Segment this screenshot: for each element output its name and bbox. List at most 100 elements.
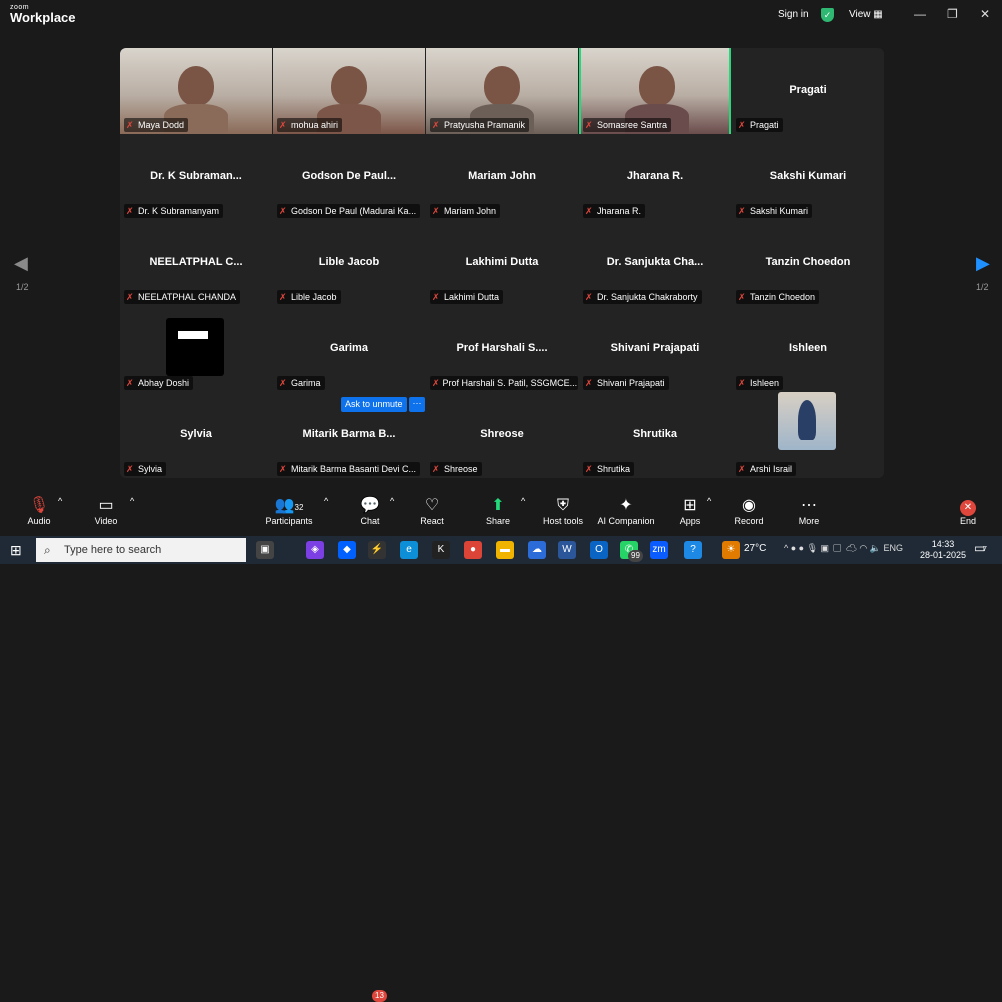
app-bolt-icon[interactable]: ⚡ — [368, 541, 386, 559]
participant-tile[interactable]: ✗ Somasree Santra — [579, 48, 731, 134]
participant-name-label: ✗ Lible Jacob — [277, 290, 341, 304]
participant-name: Godson De Paul (Madurai Ka... — [291, 206, 417, 216]
participant-name-label: ✗ Pragati — [736, 118, 783, 132]
share-button[interactable]: ⬆ Share — [484, 496, 512, 526]
taskbar-search-input[interactable]: ⌕ Type here to search — [36, 538, 246, 562]
participants-label: Participants — [265, 516, 313, 526]
audio-button[interactable]: 🎙 Audio — [24, 496, 54, 526]
participant-tile[interactable]: Sylvia ✗ Sylvia — [120, 392, 272, 478]
zoom-taskbar-icon[interactable]: zm — [650, 541, 668, 559]
record-button[interactable]: ◉ Record — [733, 496, 765, 526]
participant-tile[interactable]: Ishleen ✗ Ishleen — [732, 306, 884, 392]
participant-display-name: Lakhimi Dutta — [465, 256, 539, 268]
next-page-icon[interactable]: ▶ — [976, 253, 990, 274]
close-icon[interactable]: ✕ — [980, 7, 990, 21]
chat-badge: 13 — [372, 990, 387, 1002]
end-icon: ✕ — [960, 500, 976, 516]
mic-muted-icon: ✗ — [432, 378, 440, 388]
participant-tile[interactable]: Garima ✗ Garima — [273, 306, 425, 392]
participant-tile[interactable]: Sakshi Kumari ✗ Sakshi Kumari — [732, 134, 884, 220]
notification-count: 7 — [983, 546, 987, 553]
edge-icon[interactable]: e — [400, 541, 418, 559]
dropbox-icon[interactable]: ◆ — [338, 541, 356, 559]
more-options-icon[interactable]: ··· — [409, 397, 425, 412]
windows-start-icon[interactable]: ⊞ — [10, 542, 22, 559]
participant-tile[interactable]: Tanzin Choedon ✗ Tanzin Choedon — [732, 220, 884, 306]
restore-icon[interactable]: ❐ — [947, 7, 958, 21]
prev-page-icon[interactable]: ◀ — [14, 253, 28, 274]
participant-tile[interactable]: Mariam John ✗ Mariam John — [426, 134, 578, 220]
participant-tile[interactable]: ✗ Arshi Israil — [732, 392, 884, 478]
participant-name: Pragati — [750, 120, 779, 130]
shield-check-icon[interactable]: ✓ — [821, 8, 834, 22]
weather-temp[interactable]: 27°C — [744, 543, 766, 554]
participant-tile[interactable]: Shrutika ✗ Shrutika — [579, 392, 731, 478]
react-button[interactable]: ♡ React — [418, 496, 446, 526]
host-tools-button[interactable]: ⛨ Host tools — [542, 496, 584, 526]
participant-tile[interactable]: ✗ Maya Dodd — [120, 48, 272, 134]
participant-tile[interactable]: Shreose ✗ Shreose — [426, 392, 578, 478]
task-view-icon[interactable]: ▣ — [256, 541, 274, 559]
participant-display-name: Prof Harshali S.... — [456, 342, 548, 354]
notification-icon[interactable]: ▭ 7 — [974, 541, 987, 555]
participant-tile[interactable]: Pragati ✗ Pragati — [732, 48, 884, 134]
participant-silhouette — [484, 66, 520, 106]
minimize-icon[interactable]: — — [914, 7, 926, 21]
ask-to-unmute-button[interactable]: Ask to unmute — [341, 397, 407, 412]
participant-tile[interactable]: Prof Harshali S.... ✗ Prof Harshali S. Pat… — [426, 306, 578, 392]
avatar-image — [178, 331, 208, 339]
system-tray[interactable]: ^ ● ● 🎙 ▣ ◻ ☁ ◠ 🔈 ENG — [784, 543, 903, 554]
participant-tile[interactable]: Dr. K Subraman... ✗ Dr. K Subramanyam — [120, 134, 272, 220]
end-button[interactable]: ✕ End — [956, 496, 980, 526]
chat-button[interactable]: 💬 Chat — [356, 496, 384, 526]
more-button[interactable]: ⋯ More — [796, 496, 822, 526]
file-explorer-icon[interactable]: ▬ — [496, 541, 514, 559]
participants-button[interactable]: 👥32 Participants — [264, 496, 314, 526]
participant-tile[interactable]: NEELATPHAL C... ✗ NEELATPHAL CHANDA — [120, 220, 272, 306]
participant-name: Mitarik Barma Basanti Devi C... — [291, 464, 417, 474]
app-cloud-icon[interactable]: ☁ — [528, 541, 546, 559]
participant-tile[interactable]: ✗ mohua ahiri — [273, 48, 425, 134]
apps-icon: ⊞ — [683, 497, 697, 514]
outlook-icon[interactable]: O — [590, 541, 608, 559]
participant-tile[interactable]: Lible Jacob ✗ Lible Jacob — [273, 220, 425, 306]
participant-name-label: ✗ Ishleen — [736, 376, 784, 390]
participant-tile[interactable]: Shivani Prajapati ✗ Shivani Prajapati — [579, 306, 731, 392]
audio-caret-icon[interactable]: ^ — [58, 496, 62, 506]
participant-tile[interactable]: Lakhimi Dutta ✗ Lakhimi Dutta — [426, 220, 578, 306]
sign-in-link[interactable]: Sign in — [778, 9, 809, 20]
ai-companion-button[interactable]: ✦ AI Companion — [596, 496, 656, 526]
word-icon[interactable]: W — [558, 541, 576, 559]
chrome-icon[interactable]: ● — [464, 541, 482, 559]
participant-name: Lible Jacob — [291, 292, 337, 302]
copilot-icon[interactable]: ◈ — [306, 541, 324, 559]
participant-name: Dr. Sanjukta Chakraborty — [597, 292, 698, 302]
participant-tile[interactable]: ✗ Pratyusha Pramanik — [426, 48, 578, 134]
participant-name-label: ✗ Shreose — [430, 462, 482, 476]
participant-tile[interactable]: ✗ Abhay Doshi — [120, 306, 272, 392]
taskbar-clock[interactable]: 14:33 28-01-2025 — [920, 539, 966, 561]
apps-button[interactable]: ⊞ Apps — [677, 496, 703, 526]
participant-display-name: Dr. K Subraman... — [150, 170, 242, 182]
help-icon[interactable]: ? — [684, 541, 702, 559]
grid-icon: ▦ — [873, 9, 883, 20]
participants-caret-icon[interactable]: ^ — [324, 496, 328, 506]
meeting-toolbar: 🎙 Audio ^ ▭ Video ^ 👥32 Participants ^ 💬… — [0, 492, 1002, 1002]
video-button[interactable]: ▭ Video — [90, 496, 122, 526]
participant-tile[interactable]: Godson De Paul... ✗ Godson De Paul (Madura… — [273, 134, 425, 220]
video-caret-icon[interactable]: ^ — [130, 496, 134, 506]
share-icon: ⬆ — [491, 497, 505, 514]
participant-tile[interactable]: Dr. Sanjukta Cha... ✗ Dr. Sanjukta Chakrab… — [579, 220, 731, 306]
profile-photo — [778, 392, 836, 450]
participant-name-label: ✗ Jharana R. — [583, 204, 646, 218]
record-icon: ◉ — [742, 497, 756, 514]
participant-name-label: ✗ Maya Dodd — [124, 118, 189, 132]
participant-tile[interactable]: Jharana R. ✗ Jharana R. — [579, 134, 731, 220]
language-indicator: ENG — [883, 543, 903, 553]
share-caret-icon[interactable]: ^ — [521, 496, 525, 506]
app-k-icon[interactable]: K — [432, 541, 450, 559]
chat-caret-icon[interactable]: ^ — [390, 496, 394, 506]
heart-icon: ♡ — [424, 497, 440, 514]
view-button[interactable]: View ▦ — [849, 9, 883, 20]
apps-caret-icon[interactable]: ^ — [707, 496, 711, 506]
